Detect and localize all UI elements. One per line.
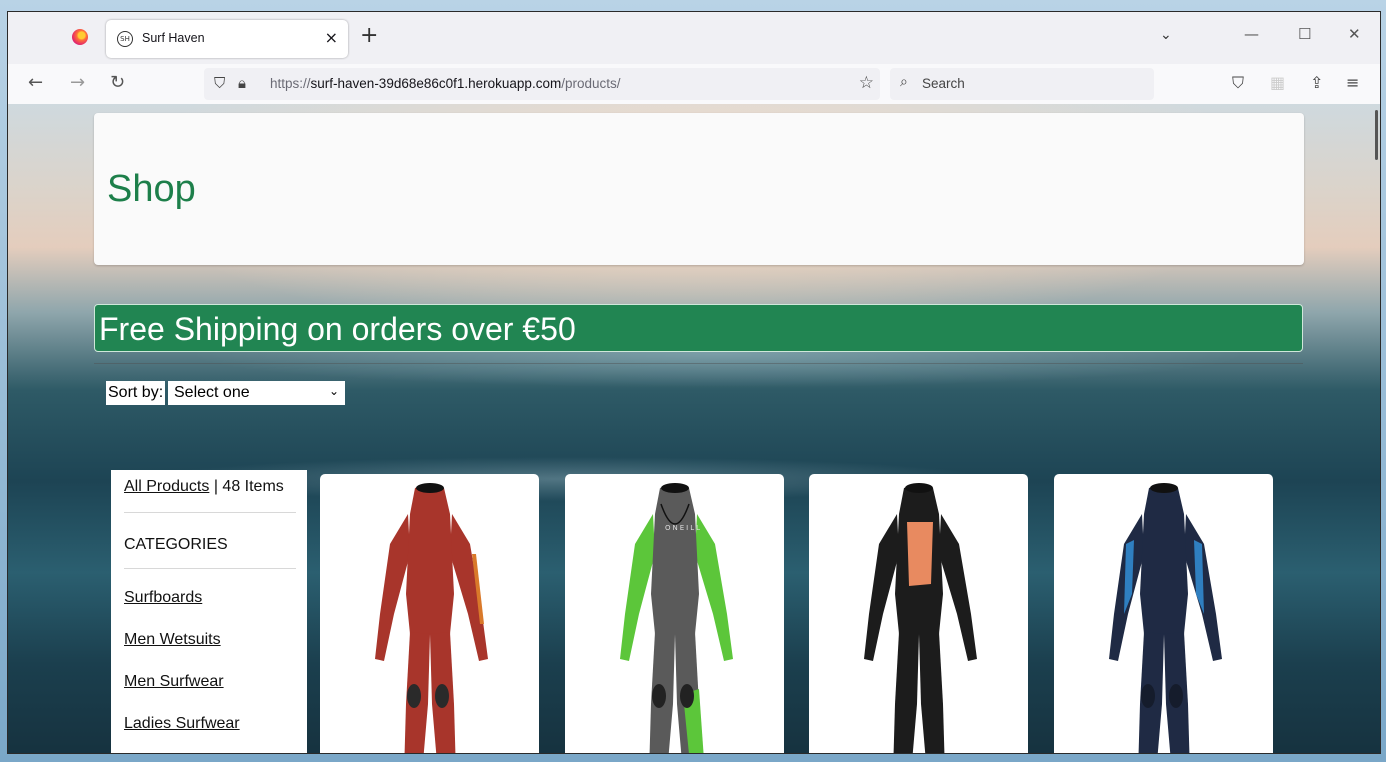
lock-icon[interactable]: 🔒︎ [238,74,246,92]
wetsuit-torso [1140,485,1188,634]
search-bar[interactable]: ⌕ Search [890,68,1154,100]
navigation-bar: ← → ↻ ⛉ 🔒︎ https://surf-haven-39d68e86c0… [8,64,1380,104]
category-link-men-surfwear[interactable]: Men Surfwear [124,673,224,691]
extension-icon[interactable]: ▦ [1270,73,1285,92]
divider [124,512,296,513]
wetsuit-right-arm [695,514,733,661]
wetsuit-collar [661,483,689,493]
product-image-green-grey-wetsuit: ONEILL [620,483,733,753]
wetsuit-torso [406,485,454,634]
promo-banner: Free Shipping on orders over €50 [94,304,1303,352]
chevron-down-icon[interactable]: ⌄ [1160,27,1172,43]
category-link-ladies-surfwear[interactable]: Ladies Surfwear [124,715,240,733]
category-sidebar: All Products | 48 Items CATEGORIES Surfb… [111,470,307,753]
search-placeholder: Search [922,76,965,91]
address-bar[interactable]: ⛉ 🔒︎ https://surf-haven-39d68e86c0f1.her… [204,68,880,100]
wetsuit-knee-pad [924,684,938,708]
item-count: | 48 Items [209,478,284,495]
firefox-logo-icon[interactable] [72,29,88,45]
page-title: Shop [107,168,196,210]
product-image-navy-wetsuit [1109,483,1222,753]
wetsuit-knee-pad [1169,684,1183,708]
shop-header-card: Shop [94,113,1304,265]
page-scrollbar[interactable] [1375,110,1378,160]
brand-logo-text: ONEILL [665,524,702,532]
wetsuit-collar [416,483,444,493]
category-link-surfboards[interactable]: Surfboards [124,589,202,607]
url-text[interactable]: https://surf-haven-39d68e86c0f1.herokuap… [270,76,620,91]
tracking-shield-icon[interactable]: ⛉ [214,74,225,92]
all-products-link[interactable]: All Products [124,478,209,495]
bookmark-star-icon[interactable]: ☆ [859,73,874,93]
tab-title: Surf Haven [142,31,205,45]
category-link-men-wetsuits[interactable]: Men Wetsuits [124,631,221,649]
sort-label: Sort by: [106,381,166,405]
product-card[interactable] [320,474,539,753]
wetsuit-right-arm [450,514,488,661]
wetsuit-knee-pad [407,684,421,708]
wetsuit-knee-pad [1141,684,1155,708]
wetsuit-chest-panel [907,522,933,586]
wetsuit-collar [1150,483,1178,493]
all-products-row: All Products | 48 Items [124,478,284,496]
new-tab-icon[interactable]: + [360,24,378,48]
browser-window: SH Surf Haven × + ⌄ — ☐ ✕ ← → ↻ ⛉ 🔒︎ htt… [7,11,1381,754]
hamburger-menu-icon[interactable]: ≡ [1346,73,1359,92]
wetsuit-right-arm [939,514,977,661]
tab-bar: SH Surf Haven × + ⌄ — ☐ ✕ [8,12,1380,64]
wetsuit-left-arm [864,514,899,661]
search-icon: ⌕ [900,74,908,90]
divider [124,568,296,569]
wetsuit-knee-pad [652,684,666,708]
promo-banner-text: Free Shipping on orders over €50 [99,311,576,347]
maximize-icon[interactable]: ☐ [1298,25,1311,43]
wetsuit-collar [905,483,933,493]
sort-select[interactable]: Select one ⌄ [168,381,345,405]
close-tab-icon[interactable]: × [325,28,338,47]
wetsuit-knee-pad [896,684,910,708]
back-icon[interactable]: ← [28,72,43,94]
share-icon[interactable]: ⇪ [1310,73,1323,92]
close-window-icon[interactable]: ✕ [1348,25,1361,43]
page-content: Shop Free Shipping on orders over €50 So… [8,104,1380,753]
divider [94,363,1303,364]
forward-icon[interactable]: → [70,72,85,94]
wetsuit-knee-pad [435,684,449,708]
product-card[interactable] [809,474,1028,753]
tab-surf-haven[interactable]: SH Surf Haven × [106,20,348,58]
wetsuit-left-arm [375,514,410,661]
site-favicon-icon: SH [117,31,133,47]
product-image-red-wetsuit [375,483,488,753]
wetsuit-knee-pad [680,684,694,708]
minimize-icon[interactable]: — [1244,25,1259,43]
chevron-down-icon: ⌄ [328,384,339,398]
categories-heading: CATEGORIES [124,536,228,553]
reload-icon[interactable]: ↻ [110,72,125,94]
wetsuit-left-arm [620,514,655,661]
product-image-black-wetsuit [864,483,977,753]
product-card[interactable] [1054,474,1273,753]
product-card[interactable]: ONEILL [565,474,784,753]
sort-selected-value: Select one [174,384,250,401]
wetsuit-torso [651,485,699,634]
pocket-icon[interactable]: ⛉ [1232,73,1244,93]
